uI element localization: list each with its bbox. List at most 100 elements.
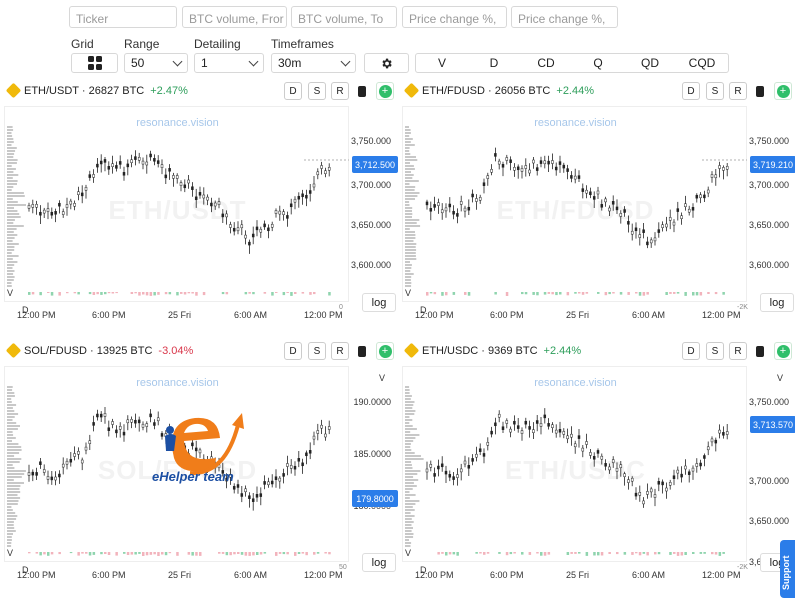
panel-r-button[interactable]: R (729, 342, 747, 360)
panel-title: SOL/FDUSD · 13925 BTC -3.04% (24, 345, 194, 357)
detailing-value: 1 (201, 56, 208, 70)
detailing-label: Detailing (194, 37, 241, 51)
binance-coin-icon (5, 342, 22, 359)
panel-copy-button[interactable] (751, 342, 769, 360)
time-tick-label: 12:00 PM (304, 310, 343, 320)
clipboard-icon (756, 345, 764, 357)
time-tick-label: 6:00 PM (92, 570, 126, 580)
binance-coin-icon (403, 342, 420, 359)
price-tick-label: 3,750.000 (351, 136, 392, 146)
delta-label: D (22, 565, 29, 575)
settings-button[interactable] (364, 53, 409, 73)
timeframe-v-button[interactable]: V (416, 54, 468, 72)
panel-d-button[interactable]: D (284, 82, 302, 100)
panel-add-button[interactable]: + (376, 82, 394, 100)
range-select[interactable]: 50 (124, 53, 188, 73)
binance-coin-icon (5, 82, 22, 99)
pair-change: +2.44% (543, 345, 582, 357)
chevron-down-icon (248, 56, 259, 67)
pair-change: -3.04% (158, 345, 194, 357)
pair-name: ETH/FDUSD (422, 85, 485, 97)
panel-s-button[interactable]: S (308, 342, 326, 360)
clipboard-icon (358, 85, 366, 97)
time-axis: 12:00 PM 6:00 PM 25 Fri 6:00 AM 12:00 PM (2, 310, 347, 324)
panel-header: SOL/FDUSD · 13925 BTC -3.04% D S R + (2, 340, 394, 362)
time-tick-label: 12:00 PM (702, 310, 741, 320)
price-change-to-input[interactable]: Price change %, (511, 6, 618, 28)
time-tick-label: 6:00 AM (632, 310, 666, 320)
time-tick-label: 6:00 PM (92, 310, 126, 320)
delta-label: D (420, 565, 427, 575)
ehelper-logo: eHelper team (150, 403, 250, 488)
panel-s-button[interactable]: S (706, 342, 724, 360)
plus-icon: + (776, 84, 790, 98)
grid-icon (87, 56, 102, 70)
clipboard-icon (358, 345, 366, 357)
detailing-select[interactable]: 1 (194, 53, 264, 73)
time-axis: 12:00 PM 6:00 PM 25 Fri 6:00 AM 12:00 PM (2, 570, 347, 584)
btc-volume-to-input[interactable]: BTC volume, To (291, 6, 397, 28)
panel-title: ETH/FDUSD · 26056 BTC +2.44% (422, 85, 595, 97)
panel-header: ETH/USDC · 9369 BTC +2.44% D S R + (400, 340, 792, 362)
time-tick-label: 12:00 PM (304, 570, 343, 580)
panel-copy-button[interactable] (353, 82, 371, 100)
timeframe-cqd-button[interactable]: CQD (676, 54, 728, 72)
volume-scale-label: -2K (737, 564, 748, 571)
plus-icon: + (378, 84, 392, 98)
price-tick-label: 3,700.000 (749, 476, 790, 486)
panel-s-button[interactable]: S (308, 82, 326, 100)
price-axis: 3,750.0003,700.0003,650.0003,600.000 (749, 366, 791, 567)
panel-r-button[interactable]: R (331, 82, 349, 100)
pair-volume: 9369 BTC (488, 345, 538, 357)
binance-coin-icon (403, 82, 420, 99)
log-scale-button[interactable]: log (362, 553, 396, 572)
btc-volume-from-input[interactable]: BTC volume, Fror (182, 6, 287, 28)
volume-scale-label: 50 (339, 564, 347, 571)
log-scale-button[interactable]: log (760, 293, 794, 312)
panel-add-button[interactable]: + (774, 342, 792, 360)
timeframe-qd-button[interactable]: QD (624, 54, 676, 72)
pair-name: ETH/USDT (24, 85, 79, 97)
ticker-input[interactable]: Ticker (69, 6, 177, 28)
timeframes-select[interactable]: 30m (271, 53, 356, 73)
time-tick-label: 6:00 PM (490, 310, 524, 320)
panel-copy-button[interactable] (353, 342, 371, 360)
delta-label: D (420, 305, 427, 315)
timeframe-d-button[interactable]: D (468, 54, 520, 72)
price-tick-label: 3,700.000 (351, 180, 392, 190)
price-tick-label: 3,700.000 (749, 180, 790, 190)
panel-copy-button[interactable] (751, 82, 769, 100)
panel-r-button[interactable]: R (331, 342, 349, 360)
support-tab[interactable]: Support (780, 540, 795, 598)
pair-volume: 26056 BTC (494, 85, 551, 97)
time-tick-label: 6:00 AM (234, 570, 268, 580)
panel-d-button[interactable]: D (284, 342, 302, 360)
pair-name: SOL/FDUSD (24, 345, 87, 357)
panel-add-button[interactable]: + (774, 82, 792, 100)
log-scale-button[interactable]: log (362, 293, 396, 312)
timeframe-q-button[interactable]: Q (572, 54, 624, 72)
price-change-from-input[interactable]: Price change %, (402, 6, 507, 28)
panel-r-button[interactable]: R (729, 82, 747, 100)
panel-header: ETH/USDT · 26827 BTC +2.47% D S R + (2, 80, 394, 102)
grid-button[interactable] (71, 53, 118, 73)
current-price-label: 3,712.500 (352, 156, 398, 173)
pair-name: ETH/USDC (422, 345, 479, 357)
candlestick-chart (7, 126, 349, 296)
timeframes-value: 30m (278, 56, 302, 70)
pair-change: +2.44% (556, 85, 595, 97)
panel-s-button[interactable]: S (706, 82, 724, 100)
panel-add-button[interactable]: + (376, 342, 394, 360)
delta-label: D (22, 305, 29, 315)
gear-icon (382, 58, 392, 68)
pair-volume: 13925 BTC (96, 345, 153, 357)
panel-d-button[interactable]: D (682, 82, 700, 100)
time-tick-label: 25 Fri (566, 310, 590, 320)
timeframe-cd-button[interactable]: CD (520, 54, 572, 72)
time-tick-label: 25 Fri (168, 310, 192, 320)
panel-d-button[interactable]: D (682, 342, 700, 360)
chevron-down-icon (340, 56, 351, 67)
current-price-label: 3,719.210 (750, 156, 795, 173)
grid-label: Grid (71, 37, 94, 51)
volume-indicator-label: V (379, 373, 386, 383)
